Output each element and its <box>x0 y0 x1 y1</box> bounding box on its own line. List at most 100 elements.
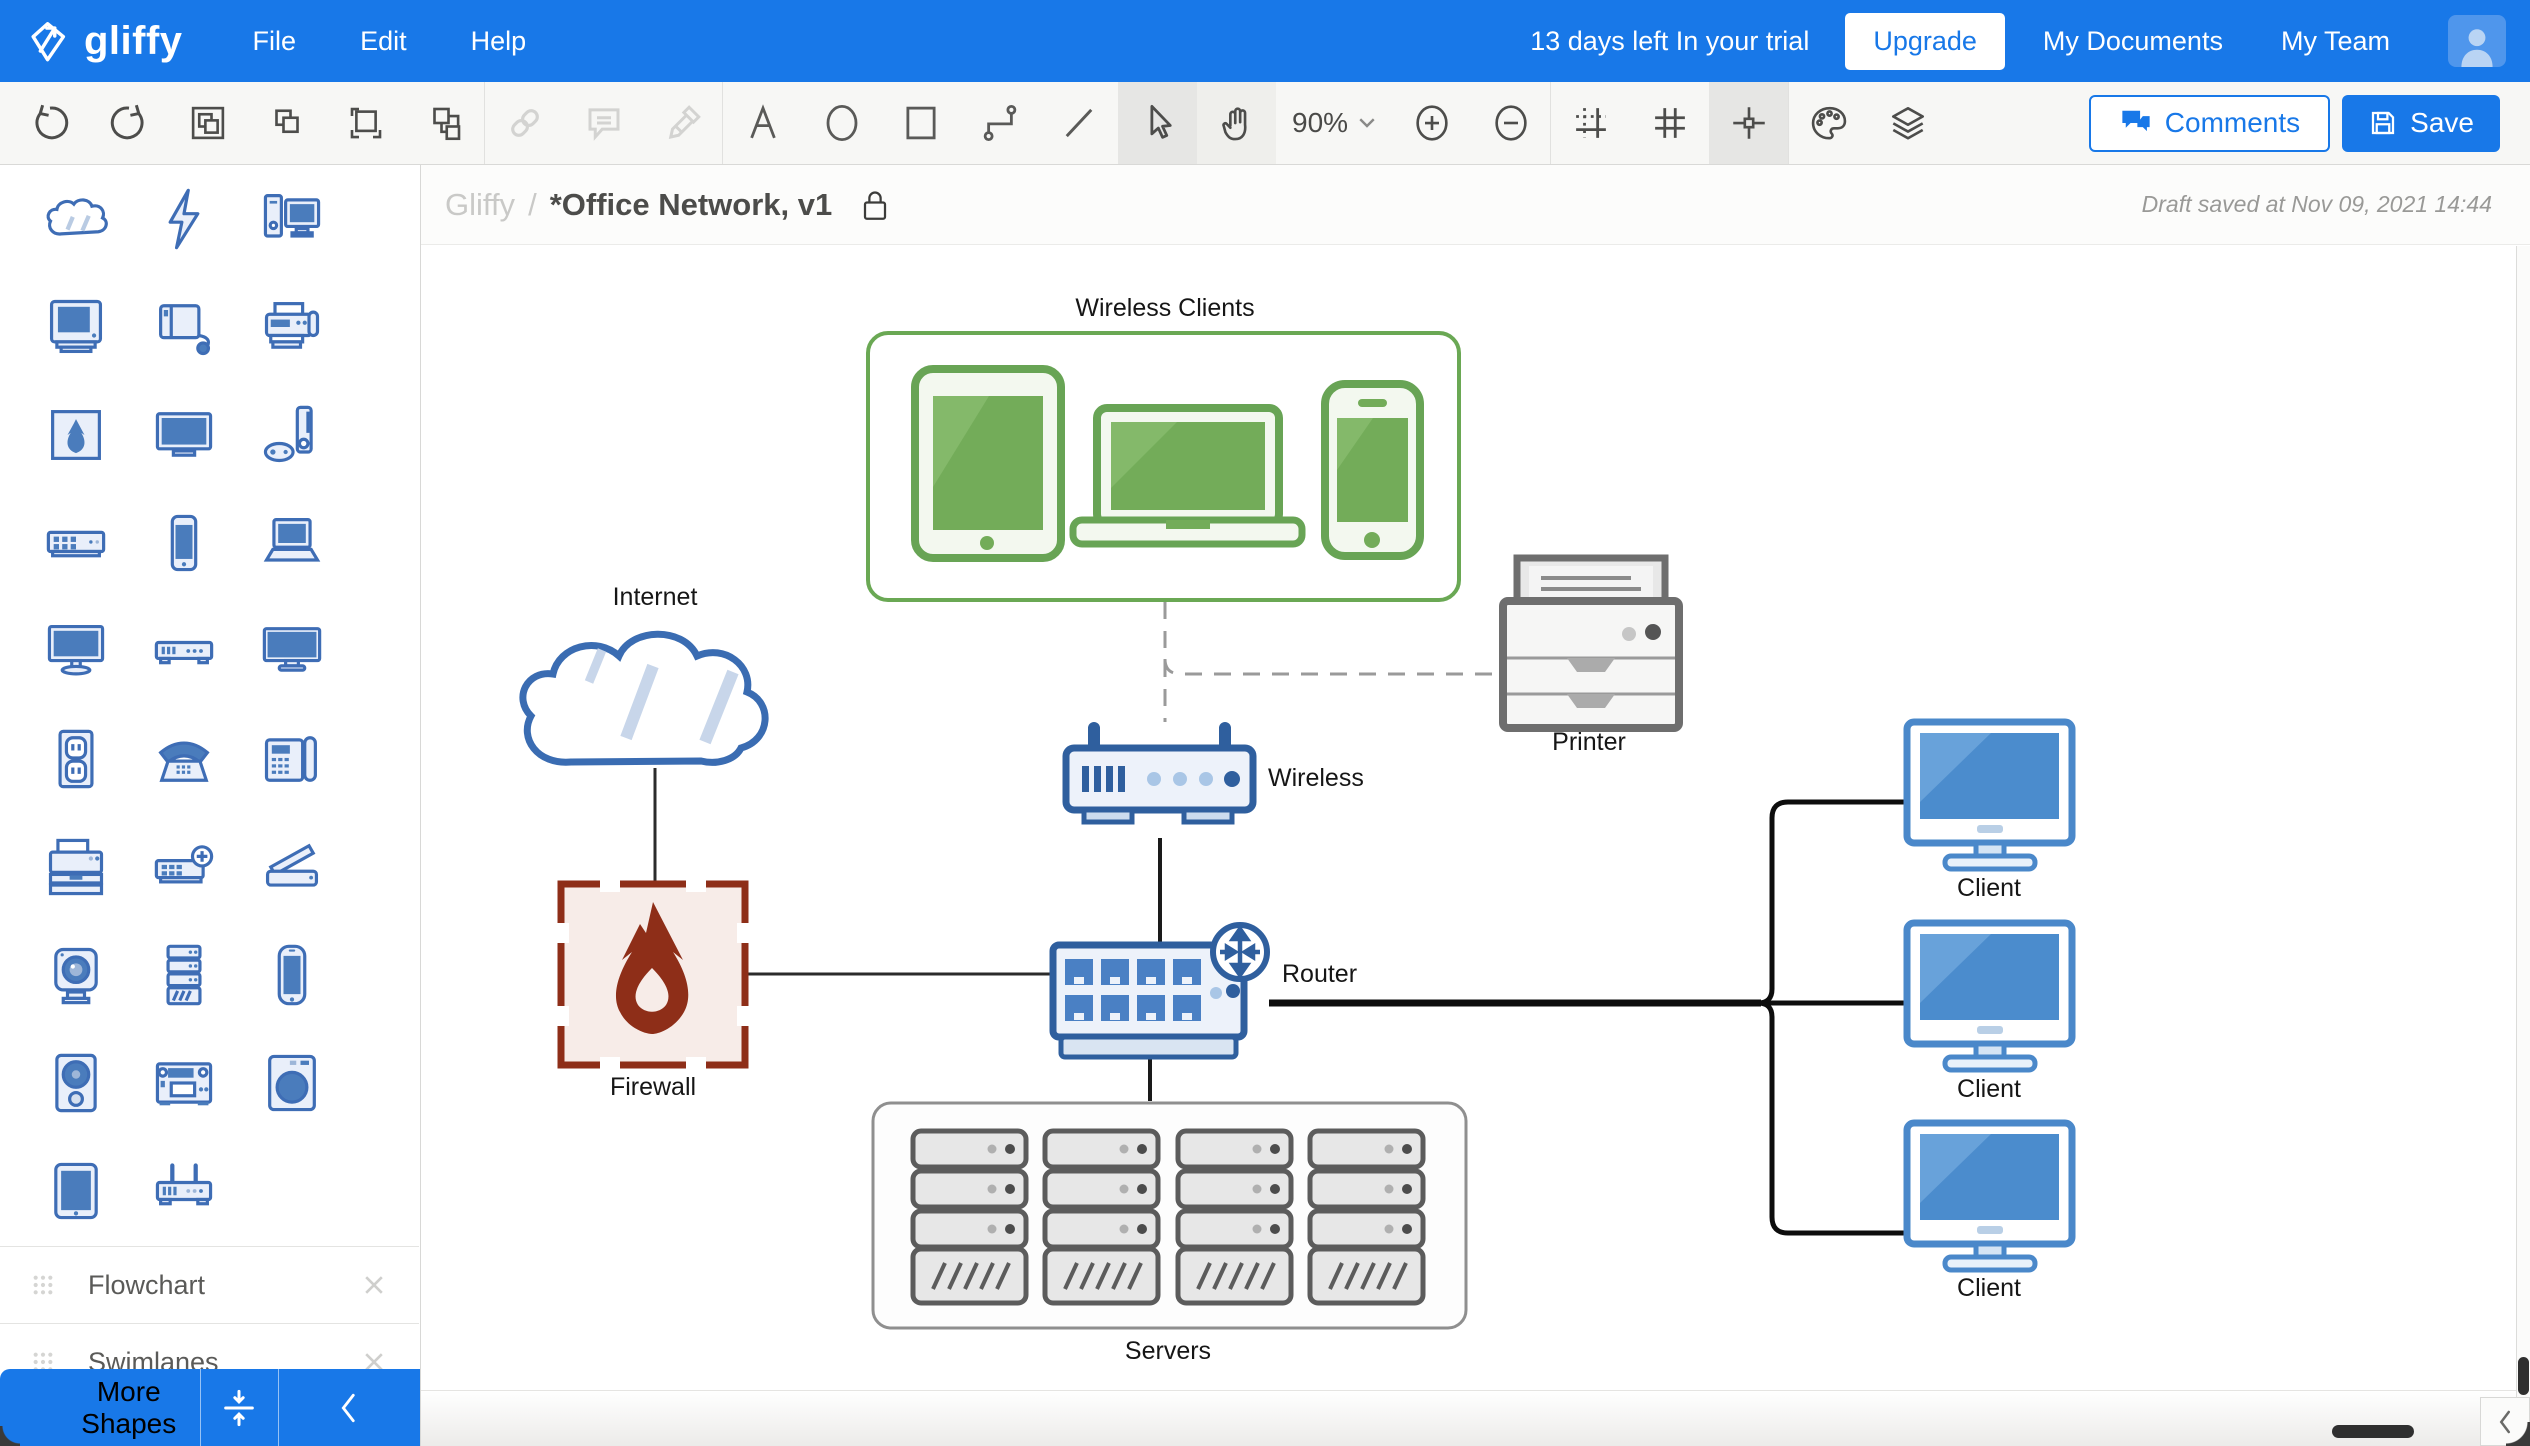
node-client-middle[interactable]: Client <box>1907 923 2072 1103</box>
more-shapes-button[interactable]: More Shapes <box>0 1369 200 1446</box>
label-client-bottom[interactable]: Client <box>1957 1274 2021 1302</box>
my-team-link[interactable]: My Team <box>2281 26 2390 57</box>
label-firewall[interactable]: Firewall <box>610 1073 696 1101</box>
shape-mobile-phone[interactable] <box>238 921 346 1029</box>
comments-button[interactable]: Comments <box>2089 95 2330 152</box>
label-printer[interactable]: Printer <box>1552 728 1626 756</box>
shape-desktop-computer[interactable] <box>238 165 346 273</box>
shape-widescreen-monitor[interactable] <box>238 597 346 705</box>
shape-switch-plus[interactable] <box>130 813 238 921</box>
layers-button[interactable] <box>1868 82 1947 164</box>
node-client-bottom[interactable]: Client <box>1907 1123 2072 1302</box>
node-printer[interactable]: Printer <box>1503 558 1679 756</box>
theme-button[interactable] <box>1789 82 1868 164</box>
shape-crt-monitor[interactable] <box>22 273 130 381</box>
node-green-tablet[interactable] <box>915 369 1061 558</box>
diagram-canvas[interactable]: Wireless Clients <box>421 246 2530 1446</box>
shape-tablet[interactable] <box>22 1137 130 1245</box>
user-avatar[interactable] <box>2448 15 2506 67</box>
shape-lightning[interactable] <box>130 165 238 273</box>
pan-tool-button[interactable] <box>1197 82 1276 164</box>
label-client-top[interactable]: Client <box>1957 874 2021 902</box>
document-title[interactable]: *Office Network, v1 <box>550 187 833 223</box>
shape-office-phone[interactable] <box>238 705 346 813</box>
menu-edit[interactable]: Edit <box>360 26 407 57</box>
guides-button[interactable] <box>1709 82 1788 164</box>
redo-button[interactable] <box>89 82 168 164</box>
shape-external-drive[interactable] <box>130 273 238 381</box>
shape-game-console[interactable] <box>238 381 346 489</box>
zoom-level-dropdown[interactable]: 90% <box>1276 82 1392 164</box>
node-green-laptop[interactable] <box>1073 408 1302 544</box>
rectangle-tool-button[interactable] <box>881 82 960 164</box>
shape-washing-machine[interactable] <box>238 1029 346 1137</box>
vertical-scrollbar-thumb[interactable] <box>2518 1357 2529 1395</box>
node-wireless-clients-group[interactable]: Wireless Clients <box>868 294 1459 600</box>
horizontal-scrollbar-thumb[interactable] <box>2332 1425 2414 1438</box>
line-tool-button[interactable] <box>1039 82 1118 164</box>
my-documents-link[interactable]: My Documents <box>2043 26 2223 57</box>
shape-firewall[interactable] <box>22 381 130 489</box>
close-icon[interactable] <box>361 1272 387 1298</box>
label-router[interactable]: Router <box>1282 960 1357 988</box>
node-router[interactable] <box>1053 925 1267 1057</box>
gliffy-logo[interactable]: gliffy <box>26 18 183 64</box>
ellipse-tool-button[interactable] <box>802 82 881 164</box>
sidebar-section-flowchart[interactable]: Flowchart <box>0 1246 419 1323</box>
comment-tool-button[interactable] <box>564 82 643 164</box>
shape-flat-tv[interactable] <box>130 381 238 489</box>
shape-server-tower[interactable] <box>130 921 238 1029</box>
shape-wireless-router[interactable] <box>130 1137 238 1245</box>
label-wireless[interactable]: Wireless <box>1268 764 1364 792</box>
sidebar-collapse-button[interactable] <box>279 1369 421 1446</box>
menu-file[interactable]: File <box>253 26 297 57</box>
label-servers[interactable]: Servers <box>1125 1337 1211 1365</box>
upgrade-button[interactable]: Upgrade <box>1845 13 2005 70</box>
node-green-phone[interactable] <box>1325 384 1420 556</box>
text-tool-button[interactable] <box>723 82 802 164</box>
shape-fax-machine[interactable] <box>238 273 346 381</box>
collapse-panels-button[interactable] <box>201 1369 278 1446</box>
breadcrumb-root[interactable]: Gliffy <box>445 187 515 223</box>
pointer-tool-button[interactable] <box>1118 82 1197 164</box>
node-wireless-ap[interactable] <box>1066 728 1253 822</box>
shape-scanner[interactable] <box>238 813 346 921</box>
node-firewall[interactable]: Firewall <box>553 876 753 1101</box>
zoom-out-button[interactable] <box>1471 82 1550 164</box>
edge-trunk-client-top[interactable] <box>1758 802 1907 1003</box>
snap-to-grid-button[interactable] <box>1551 82 1630 164</box>
connector-tool-button[interactable] <box>960 82 1039 164</box>
shape-modem[interactable] <box>130 597 238 705</box>
shape-printer[interactable] <box>22 813 130 921</box>
lock-icon[interactable] <box>860 187 890 223</box>
group-button[interactable] <box>168 82 247 164</box>
shape-network-switch[interactable] <box>22 489 130 597</box>
node-servers-group[interactable]: Servers <box>873 1103 1466 1365</box>
link-button[interactable] <box>485 82 564 164</box>
shape-webcam[interactable] <box>22 921 130 1029</box>
bring-to-front-button[interactable] <box>326 82 405 164</box>
shape-speaker[interactable] <box>22 1029 130 1137</box>
shape-laptop[interactable] <box>238 489 346 597</box>
shape-cloud[interactable] <box>22 165 130 273</box>
shape-power-outlet[interactable] <box>22 705 130 813</box>
shape-stereo-receiver[interactable] <box>130 1029 238 1137</box>
drag-handle-icon[interactable] <box>32 1274 54 1296</box>
horizontal-scrollbar-track[interactable] <box>421 1390 2516 1446</box>
edge-wirelessclients-printer-dashed[interactable] <box>1165 659 1501 674</box>
shape-monitor[interactable] <box>22 597 130 705</box>
vertical-scrollbar-track[interactable] <box>2516 246 2530 1397</box>
zoom-in-button[interactable] <box>1392 82 1471 164</box>
node-client-top[interactable]: Client <box>1907 722 2072 902</box>
undo-button[interactable] <box>10 82 89 164</box>
format-painter-button[interactable] <box>643 82 722 164</box>
save-button[interactable]: Save <box>2342 95 2500 152</box>
node-internet-cloud[interactable]: Internet <box>523 583 765 762</box>
shape-smartphone[interactable] <box>130 489 238 597</box>
ungroup-button[interactable] <box>247 82 326 164</box>
shape-telephone[interactable] <box>130 705 238 813</box>
edge-trunk-client-bottom[interactable] <box>1758 1003 1907 1233</box>
label-internet[interactable]: Internet <box>613 583 698 611</box>
label-client-middle[interactable]: Client <box>1957 1075 2021 1103</box>
menu-help[interactable]: Help <box>471 26 527 57</box>
